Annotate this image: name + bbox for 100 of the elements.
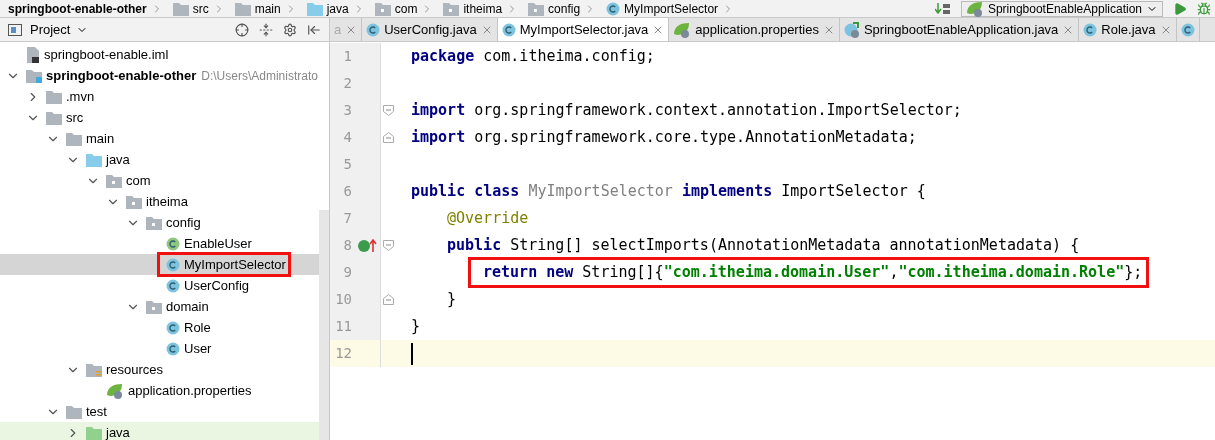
tree-item[interactable]: EnableUser: [0, 233, 319, 254]
leaf-icon: [106, 382, 124, 399]
class-icon: [366, 22, 381, 37]
text-cursor: [411, 342, 413, 365]
bug-icon[interactable]: [1197, 1, 1211, 16]
project-icon: [8, 23, 22, 36]
code-line: @Override: [447, 208, 529, 230]
module-path: D:\Users\Administrato: [201, 67, 318, 85]
folder-icon: [234, 1, 251, 16]
folder-icon: [86, 425, 102, 440]
folder-icon: [126, 194, 142, 209]
tree-item[interactable]: springboot-enable-other D:\Users\Administrato: [0, 65, 319, 86]
tree-item-label: config: [166, 213, 201, 232]
tree-item-label: springboot-enable-other: [46, 66, 197, 85]
tree-item-label: MyImportSelector: [184, 255, 286, 274]
tree-item-label: java: [106, 423, 130, 440]
breadcrumb-item[interactable]: MyImportSelector: [598, 0, 737, 18]
editor-tab[interactable]: MyImportSelector.java: [497, 18, 670, 41]
folder-icon: [66, 404, 82, 419]
hide-icon[interactable]: [307, 22, 321, 37]
class-icon: [843, 21, 860, 38]
panel-title[interactable]: Project: [30, 19, 71, 40]
binary-arrow-icon[interactable]: [934, 1, 951, 16]
line-number: 8: [342, 236, 352, 255]
tree-item[interactable]: config: [0, 212, 319, 233]
class-icon: [166, 341, 180, 356]
tree-item-label: resources: [106, 360, 164, 379]
folder-icon: [146, 215, 162, 230]
tree-item[interactable]: test: [0, 401, 319, 422]
breadcrumb-item[interactable]: java: [298, 0, 367, 18]
line-number: 2: [342, 74, 352, 93]
line-number: 12: [334, 344, 352, 363]
code-line: }: [447, 289, 457, 311]
tree-item[interactable]: domain: [0, 296, 319, 317]
line-number: 4: [342, 128, 352, 147]
tree-item[interactable]: MyImportSelector: [0, 254, 319, 275]
breadcrumb-item[interactable]: springboot-enable-other: [0, 0, 165, 18]
collapse-icon[interactable]: [259, 22, 273, 37]
folder-icon: [172, 1, 189, 16]
class-icon: [1083, 22, 1098, 37]
tree-item-label: .mvn: [66, 87, 95, 106]
tree-item[interactable]: java: [0, 422, 319, 440]
line-number: 1: [342, 47, 352, 66]
tree-item-label: domain: [166, 297, 209, 316]
folder-icon: [66, 131, 82, 146]
class-icon: [166, 257, 180, 272]
tree-item[interactable]: com: [0, 170, 319, 191]
line-number: 10: [334, 290, 352, 309]
folder-icon: [86, 362, 102, 377]
breadcrumb-item[interactable]: itheima: [435, 0, 521, 18]
annotation-icon: [166, 236, 180, 251]
tree-item-label: UserConfig: [184, 276, 250, 295]
tree-item[interactable]: java: [0, 149, 319, 170]
tree-item-label: java: [106, 150, 130, 169]
fold-start-icon[interactable]: [383, 105, 394, 116]
breadcrumb-item[interactable]: src: [164, 0, 227, 18]
tree-item[interactable]: springboot-enable.iml: [0, 44, 319, 65]
file-icon: [26, 46, 40, 63]
line-number: 9: [342, 263, 352, 282]
tree-item[interactable]: src: [0, 107, 319, 128]
tree-item[interactable]: application.properties: [0, 380, 319, 401]
class-icon: [501, 22, 516, 37]
breadcrumb-item[interactable]: config: [520, 0, 599, 18]
tree-item[interactable]: itheima: [0, 191, 319, 212]
line-number: 6: [342, 182, 352, 201]
tree-item[interactable]: main: [0, 128, 319, 149]
settings-icon[interactable]: [283, 22, 297, 37]
tree-item[interactable]: User: [0, 338, 319, 359]
tree-item-label: User: [184, 339, 212, 358]
line-number: 7: [342, 209, 352, 228]
tree-item[interactable]: resources: [0, 359, 319, 380]
override-marker-icon[interactable]: [358, 238, 378, 253]
code-line: public class MyImportSelector implements ImportSelector {: [411, 181, 926, 203]
folder-icon: [443, 1, 460, 16]
code-line: package com.itheima.config;: [411, 46, 655, 68]
run-icon[interactable]: [1173, 1, 1187, 16]
code-line: }: [411, 316, 421, 338]
tree-item-label: main: [86, 129, 115, 148]
tree-item-label: EnableUser: [184, 234, 252, 253]
folder-icon: [146, 299, 162, 314]
code-line: import org.springframework.core.type.AnnotationMetadata;: [411, 127, 917, 149]
leaf-icon: [965, 0, 984, 17]
tree-item[interactable]: .mvn: [0, 86, 319, 107]
folder-icon: [26, 68, 42, 83]
run-configuration-dropdown[interactable]: SpringbootEnableApplication: [960, 0, 1163, 17]
fold-start-icon[interactable]: [383, 240, 394, 251]
folder-icon: [106, 173, 122, 188]
line-number: 5: [342, 155, 352, 174]
folder-icon: [86, 152, 102, 167]
breadcrumb-item[interactable]: main: [226, 0, 299, 18]
locate-icon[interactable]: [235, 22, 249, 37]
tree-item-label: com: [126, 171, 151, 190]
tree-item[interactable]: Role: [0, 317, 319, 338]
breadcrumb-item[interactable]: com: [366, 0, 436, 18]
tree-item[interactable]: UserConfig: [0, 275, 319, 296]
tree-item-label: Role: [184, 318, 211, 337]
tree-item-label: itheima: [146, 192, 188, 211]
tree-item-label: src: [66, 108, 84, 127]
folder-icon: [46, 110, 62, 125]
scrollbar[interactable]: [319, 210, 329, 440]
